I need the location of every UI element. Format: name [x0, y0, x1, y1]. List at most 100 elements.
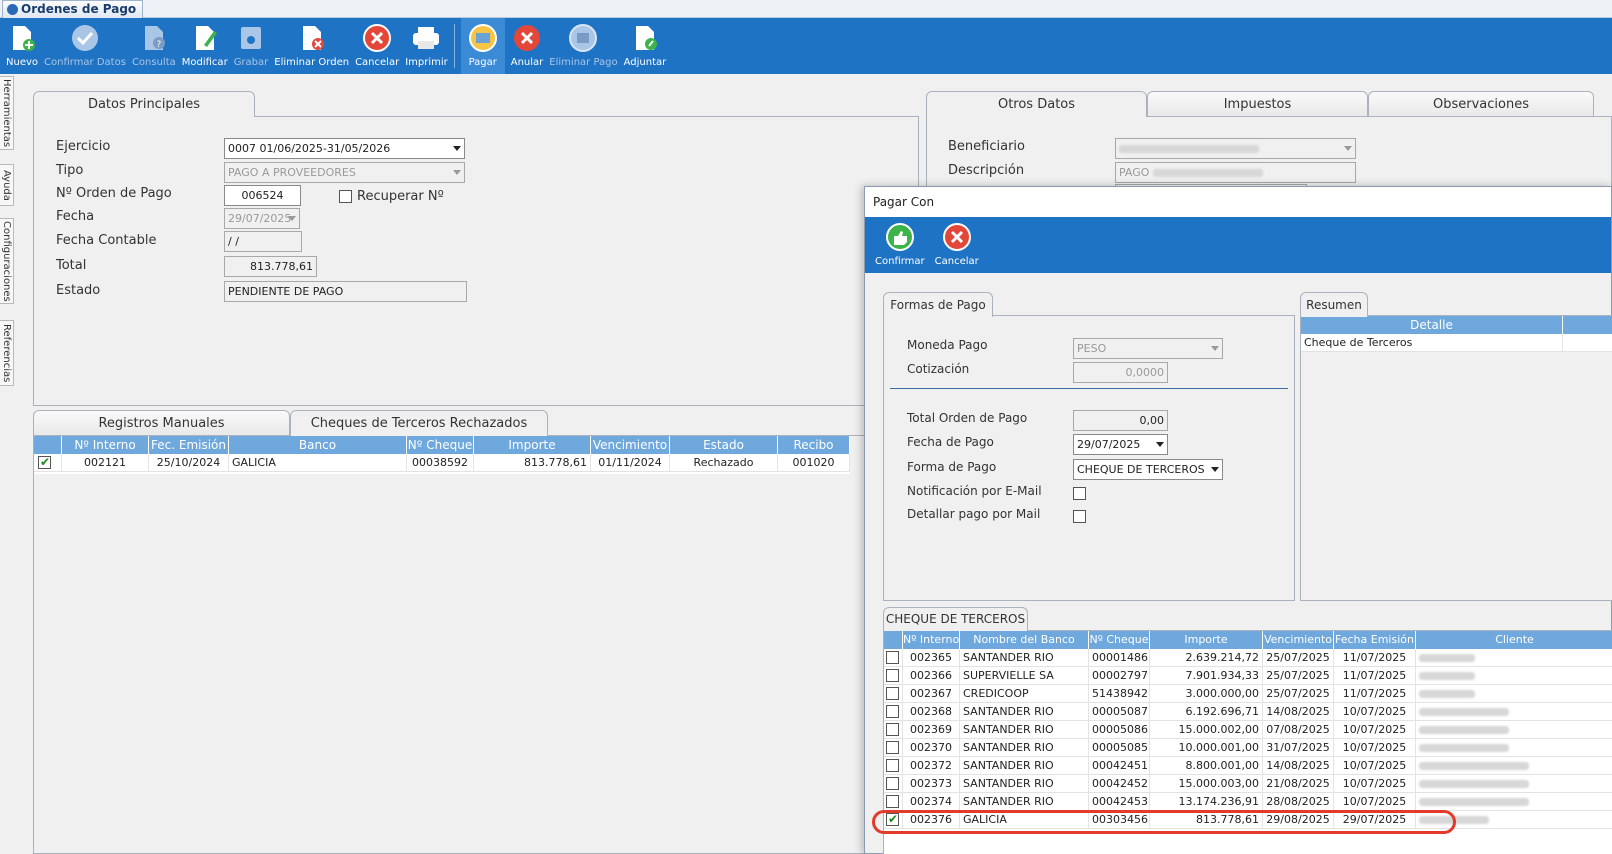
column-header[interactable]: Nº Interno — [62, 436, 149, 454]
column-header[interactable]: Recibo — [778, 436, 850, 454]
dialog-confirmar-button[interactable]: Confirmar — [875, 217, 925, 273]
forma-pago-select[interactable]: CHEQUE DE TERCEROS — [1073, 459, 1223, 480]
table-row[interactable]: 002373 SANTANDER RIO 00042452 15.000.003,00… — [884, 775, 1612, 793]
column-header[interactable]: Fecha Emisión — [1334, 631, 1416, 649]
tab-datos-principales[interactable]: Datos Principales — [33, 91, 255, 117]
resumen-grid-header: Detalle — [1301, 316, 1612, 334]
column-header[interactable]: Nº Cheque — [1089, 631, 1150, 649]
vencimiento-cell: 14/08/2025 — [1263, 757, 1334, 775]
row-checkbox[interactable] — [886, 741, 899, 754]
banco-cell: SANTANDER RIO — [960, 757, 1089, 775]
descripcion-field: PAGO — [1115, 162, 1356, 183]
anular-button[interactable]: Anular — [511, 18, 543, 74]
adjuntar-button[interactable]: Adjuntar — [623, 18, 667, 74]
row-checkbox[interactable] — [886, 777, 899, 790]
column-header[interactable]: Nº Cheque — [407, 436, 474, 454]
table-row[interactable]: 002365 SANTANDER RIO 00001486 2.639.214,72 2… — [884, 649, 1612, 667]
column-header[interactable]: Nº Interno — [903, 631, 960, 649]
tab-impuestos[interactable]: Impuestos — [1147, 91, 1368, 117]
consulta-button[interactable]: ? Consulta — [132, 18, 176, 74]
main-toolbar: Nuevo Confirmar Datos? Consulta Modificar Gr… — [0, 18, 1612, 74]
tab-cheque-de-terceros[interactable]: CHEQUE DE TERCEROS — [883, 607, 1028, 631]
column-header[interactable]: Fec. Emisión — [149, 436, 229, 454]
column-header[interactable]: Cliente — [1416, 631, 1612, 649]
column-header[interactable]: Importe — [1150, 631, 1263, 649]
tab-label: CHEQUE DE TERCEROS — [885, 612, 1026, 626]
table-row[interactable]: 002374 SANTANDER RIO 00042453 13.174.236,91… — [884, 793, 1612, 811]
table-row[interactable]: 002368 SANTANDER RIO 00005087 6.192.696,71 1… — [884, 703, 1612, 721]
fecha-pago-picker[interactable]: 29/07/2025 — [1073, 434, 1168, 455]
toolbar-label: Eliminar Pago — [549, 57, 618, 68]
column-header[interactable]: Vencimiento — [591, 436, 670, 454]
vencimiento-cell: 31/07/2025 — [1263, 739, 1334, 757]
ejercicio-select[interactable]: 0007 01/06/2025-31/05/2026 — [224, 138, 465, 159]
side-tab-ayuda[interactable]: Ayuda — [0, 164, 14, 206]
eliminar-orden-button[interactable]: Eliminar Orden — [274, 18, 349, 74]
table-row[interactable]: 002372 SANTANDER RIO 00042451 8.800.001,00 1… — [884, 757, 1612, 775]
divider — [890, 388, 1288, 389]
tab-observaciones[interactable]: Observaciones — [1368, 91, 1594, 117]
table-row[interactable]: 002369 SANTANDER RIO 00005086 15.000.002,00… — [884, 721, 1612, 739]
banco-cell: SANTANDER RIO — [960, 793, 1089, 811]
row-checkbox[interactable] — [886, 669, 899, 682]
row-checkbox[interactable] — [886, 795, 899, 808]
row-checkbox[interactable] — [38, 454, 51, 471]
notificacion-checkbox[interactable] — [1073, 487, 1086, 500]
resumen-grid: Detalle Cheque de Terceros — [1301, 316, 1612, 352]
recuperar-label: Recuperar Nº — [357, 189, 444, 204]
cancelar-button[interactable]: Cancelar — [355, 18, 399, 74]
window-tab-label: Ordenes de Pago — [21, 2, 137, 16]
confirmar-datos-button[interactable]: Confirmar Datos — [44, 18, 126, 74]
recuperar-checkbox[interactable] — [339, 190, 352, 203]
interno-cell: 002374 — [903, 793, 960, 811]
dialog-cancelar-button[interactable]: Cancelar — [935, 217, 979, 273]
column-header[interactable]: Importe — [474, 436, 591, 454]
row-checkbox[interactable] — [886, 687, 899, 700]
row-checkbox[interactable] — [886, 723, 899, 736]
window-tab[interactable]: Ordenes de Pago — [2, 0, 144, 18]
side-tab-referencias[interactable]: Referencias — [0, 320, 14, 386]
row-checkbox[interactable] — [886, 651, 899, 664]
side-tab-herramientas[interactable]: Herramientas — [0, 76, 14, 150]
side-tab-configuraciones[interactable]: Configuraciones — [0, 218, 14, 304]
row-checkbox[interactable] — [886, 705, 899, 718]
table-row[interactable]: 002367 CREDICOOP 51438942 3.000.000,00 25/07… — [884, 685, 1612, 703]
orden-input[interactable]: 006524 — [224, 185, 301, 206]
toolbar-label: Adjuntar — [623, 57, 667, 68]
cliente-cell — [1416, 721, 1612, 739]
nuevo-button[interactable]: Nuevo — [6, 18, 38, 74]
resumen-row[interactable]: Cheque de Terceros — [1301, 334, 1612, 352]
resumen-cell: Cheque de Terceros — [1301, 334, 1563, 352]
row-checkbox[interactable] — [886, 759, 899, 772]
side-tab-label: Configuraciones — [1, 220, 12, 302]
table-row[interactable]: 002370 SANTANDER RIO 00005085 10.000.001,00… — [884, 739, 1612, 757]
chevron-down-icon — [453, 170, 461, 175]
grabar-button[interactable]: Grabar — [234, 18, 268, 74]
column-header[interactable]: Estado — [670, 436, 778, 454]
tab-otros-datos[interactable]: Otros Datos — [926, 91, 1147, 117]
column-header[interactable]: Nombre del Banco — [960, 631, 1089, 649]
modificar-button[interactable]: Modificar — [182, 18, 228, 74]
chevron-down-icon — [1156, 442, 1164, 447]
tab-registros-manuales[interactable]: Registros Manuales — [33, 410, 290, 436]
table-row[interactable]: 002366 SUPERVIELLE SA 00002797 7.901.934,33… — [884, 667, 1612, 685]
column-header[interactable]: Vencimiento — [1263, 631, 1334, 649]
imprimir-button[interactable]: Imprimir — [405, 18, 448, 74]
importe-cell: 15.000.002,00 — [1150, 721, 1263, 739]
tab-cheques-rechazados[interactable]: Cheques de Terceros Rechazados — [290, 410, 548, 436]
table-row[interactable]: 00212125/10/2024GALICIA00038592813.778,6… — [34, 454, 850, 472]
tab-resumen[interactable]: Resumen — [1300, 292, 1368, 317]
beneficiario-label: Beneficiario — [948, 139, 1025, 154]
row-checkbox-cell — [884, 739, 903, 757]
eliminar-pago-button[interactable]: Eliminar Pago — [549, 18, 618, 74]
cheque-cell: 00042453 — [1089, 793, 1150, 811]
column-header[interactable]: Banco — [229, 436, 407, 454]
pagar-button[interactable]: Pagar — [460, 18, 505, 74]
cheque-cell: 00001486 — [1089, 649, 1150, 667]
side-tab-label: Referencias — [1, 323, 12, 383]
cheque-cell: 00042452 — [1089, 775, 1150, 793]
detallar-checkbox[interactable] — [1073, 510, 1086, 523]
tab-formas-de-pago[interactable]: Formas de Pago — [883, 292, 993, 317]
row-checkbox-cell — [884, 793, 903, 811]
resumen-cell — [1563, 334, 1612, 352]
